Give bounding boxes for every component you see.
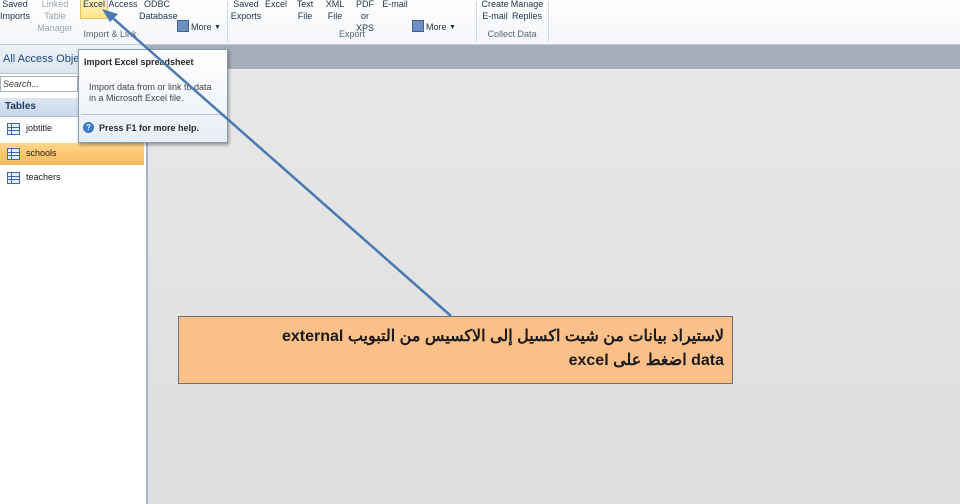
annotation-callout: لاستيراد بيانات من شيت اكسيل إلى الاكسيس… xyxy=(178,316,733,384)
table-icon xyxy=(7,148,20,160)
table-item-label: schools xyxy=(26,148,57,158)
document-tab-bar xyxy=(148,45,960,69)
tooltip-title: Import Excel spreadsheet xyxy=(84,57,194,67)
saved-exports-button[interactable]: Saved Exports xyxy=(230,0,262,22)
tables-category-label: Tables xyxy=(5,101,36,112)
group-divider xyxy=(548,2,549,42)
table-item-teachers[interactable]: teachers xyxy=(0,167,144,189)
tooltip-help-text: Press F1 for more help. xyxy=(99,123,200,133)
excel-tooltip: Import Excel spreadsheet Import data fro… xyxy=(78,49,228,143)
table-item-label: teachers xyxy=(26,172,61,182)
import-access-button[interactable]: Access xyxy=(108,0,138,10)
ribbon: Saved Imports Linked Table Manager Excel… xyxy=(0,0,960,45)
export-text-file-button[interactable]: Text File xyxy=(294,0,316,22)
help-icon: ? xyxy=(83,122,94,133)
saved-imports-button[interactable]: Saved Imports xyxy=(0,0,30,22)
import-odbc-button[interactable]: ODBC Database xyxy=(139,0,178,22)
table-icon xyxy=(7,172,20,184)
nav-search-input[interactable] xyxy=(0,76,78,92)
chevron-down-icon: ▼ xyxy=(449,24,456,31)
table-item-label: jobtitle xyxy=(26,123,53,133)
collect-data-group-label: Collect Data xyxy=(487,29,537,39)
more-icon xyxy=(412,20,425,32)
import-more-button[interactable]: More ▼ xyxy=(177,8,221,34)
export-email-button[interactable]: E-mail xyxy=(381,0,409,10)
export-xml-file-button[interactable]: XML File xyxy=(323,0,347,22)
document-workspace xyxy=(148,45,960,504)
export-more-label: More xyxy=(426,22,447,32)
chevron-down-icon: ▼ xyxy=(214,24,221,31)
import-excel-button[interactable]: Excel xyxy=(80,0,108,19)
create-email-button[interactable]: Create E-mail xyxy=(481,0,509,22)
export-more-button[interactable]: More ▼ xyxy=(412,8,456,34)
export-excel-button[interactable]: Excel xyxy=(264,0,288,10)
group-divider xyxy=(476,2,477,42)
import-link-group-label: Import & Link xyxy=(83,29,137,39)
manage-replies-button[interactable]: Manage Replies xyxy=(510,0,544,22)
export-group-label: Export xyxy=(338,29,365,39)
more-icon xyxy=(177,20,190,32)
table-icon xyxy=(7,123,20,135)
import-more-label: More xyxy=(191,22,212,32)
annotation-text: لاستيراد بيانات من شيت اكسيل إلى الاكسيس… xyxy=(282,328,724,369)
tooltip-body: Import data from or link to data in a Mi… xyxy=(89,82,212,103)
group-divider xyxy=(227,2,228,42)
table-item-schools[interactable]: schools xyxy=(0,143,144,165)
tooltip-divider xyxy=(81,114,225,115)
